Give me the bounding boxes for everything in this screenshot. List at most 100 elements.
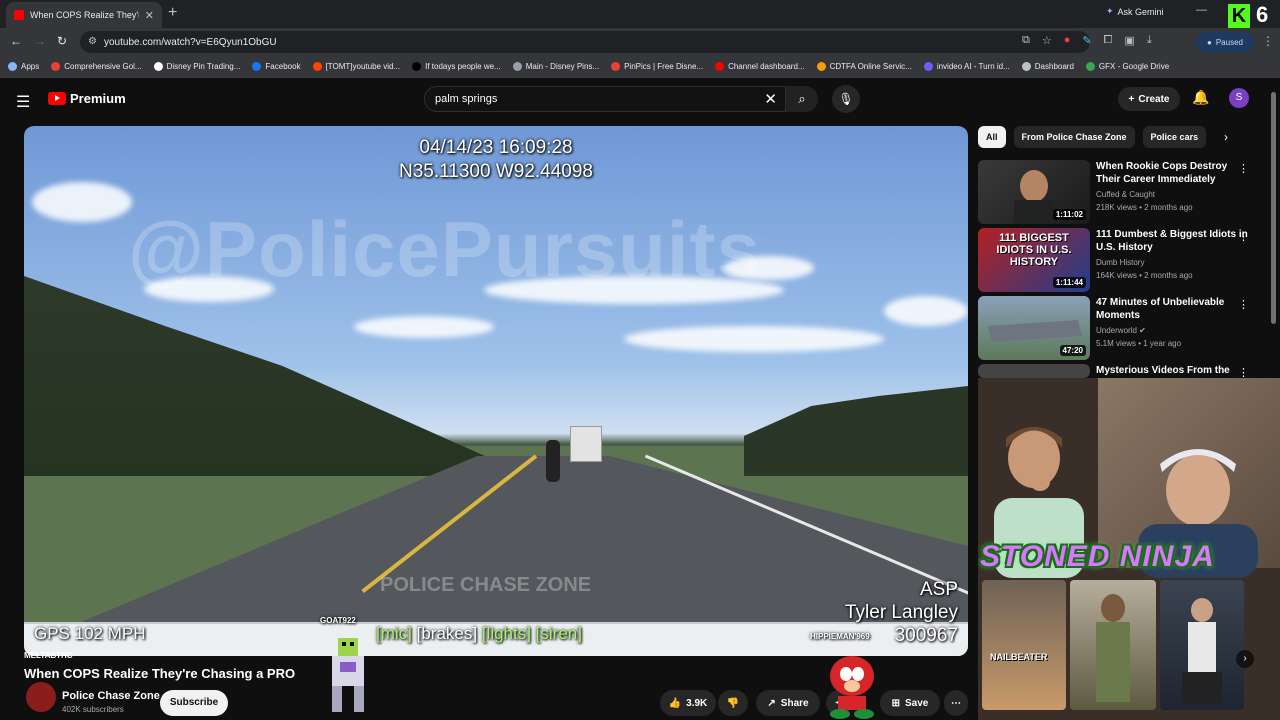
bookmark-item[interactable]: PinPics | Free Disne... [611,62,703,71]
channel-name: Cuffed & Caught [1096,190,1156,199]
channel-name: Dumb History [1096,258,1145,267]
thumbs-down-icon: 👎 [726,697,740,709]
list-item[interactable]: 47:20 47 Minutes of Unbelievable Moments… [978,296,1258,360]
bookmark-item[interactable]: Disney Pin Trading... [153,62,241,71]
stoned-ninja-banner: STONED NINJA [980,540,1215,573]
bookmark-label: invideo AI - Turn id... [936,62,1010,71]
kick-badge-count: 6 [1256,2,1269,27]
clip-panel-1 [982,580,1066,710]
bookmark-item[interactable]: GFX - Google Drive [1085,62,1169,71]
search-input[interactable]: palm springs ✕ [424,86,786,112]
youtube-logo[interactable]: Premium [48,91,126,106]
agency-name: ASP [919,579,958,600]
account-avatar[interactable]: S [1229,88,1249,108]
viewer-tag-melt: MELTABTHC [24,651,73,660]
bookmark-star-icon[interactable]: ☆ [1042,34,1052,47]
more-options-icon[interactable]: ⋮ [1238,230,1249,243]
share-button[interactable]: ↗ Share [756,690,820,716]
save-button[interactable]: ⊞ Save [880,690,940,716]
bookmark-item[interactable]: Main - Disney Pins... [512,62,600,71]
video-title[interactable]: Mysterious Videos From the [1096,364,1248,377]
verified-check-icon: ✔ [1139,326,1146,335]
gps-speed: GPS 102 MPH [34,624,146,643]
video-title[interactable]: When Rookie Cops Destroy Their Career Im… [1096,160,1248,186]
voice-search-button[interactable]: 🎙 [832,85,860,113]
bookmark-label: Disney Pin Trading... [166,62,241,71]
siren-indicator: [siren] [535,624,582,643]
bookmark-item[interactable]: CDTFA Online Servic... [816,62,912,71]
bookmark-label: Main - Disney Pins... [525,62,600,71]
download-icon[interactable]: ⤓ [1147,34,1152,47]
back-icon[interactable]: ← [10,34,22,48]
profile-paused-button[interactable]: ● Paused [1196,32,1254,52]
video-thumbnail[interactable]: 47:20 [978,296,1090,360]
bookmark-label: Apps [21,62,40,71]
search-icon: ⌕ [798,91,806,106]
more-actions-icon[interactable]: ⋯ [944,690,968,716]
bookmark-favicon-icon [51,62,61,71]
toolbar-icons: ⧉ ☆ ● ✎ ⧠ ▣ ⤓ [1022,34,1152,47]
ask-gemini-button[interactable]: ✦ Ask Gemini [1106,6,1164,17]
more-options-icon[interactable]: ⋮ [1238,162,1249,175]
extension-blue-icon[interactable]: ✎ [1082,34,1091,47]
chip-from-channel[interactable]: From Police Chase Zone [1013,126,1135,148]
list-item[interactable]: Mysterious Videos From the ⋮ [978,364,1258,379]
knuckles-sprite-icon [830,656,874,719]
video-thumbnail[interactable]: 111 BIGGEST IDIOTS IN U.S. HISTORY 1:11:… [978,228,1090,292]
close-tab-icon[interactable]: ✕ [145,9,154,22]
more-options-icon[interactable]: ⋮ [1238,298,1249,311]
youtube-favicon-icon [14,10,24,20]
reload-icon[interactable]: ↻ [57,34,67,48]
menu-hamburger-icon[interactable]: ☰ [16,92,30,112]
dashcam-coords: N35.11300 W92.44098 [398,161,594,182]
search-button[interactable]: ⌕ [786,86,818,112]
bookmark-item[interactable]: Channel dashboard... [715,62,805,71]
clear-search-icon[interactable]: ✕ [764,90,777,108]
dislike-button[interactable]: 👎 [718,690,748,716]
site-info-icon[interactable]: ⚙ [88,36,97,47]
chase-zone-watermark: POLICE CHASE ZONE [380,574,592,596]
bookmark-item[interactable]: If todays people we... [412,62,501,71]
dashcam-indicators: [mic] [brakes] [lights] [siren] [376,624,582,644]
overlay-next-chevron-icon[interactable]: › [1236,650,1254,668]
video-thumbnail[interactable]: 1:11:02 [978,160,1090,224]
create-button[interactable]: + Create [1118,87,1180,111]
chip-all[interactable]: All [978,126,1006,148]
extension-red-icon[interactable]: ● [1064,34,1071,47]
cast-icon[interactable]: ⧉ [1022,34,1030,47]
notifications-bell-icon[interactable]: 🔔 [1192,89,1209,106]
browser-tab[interactable]: When COPS Realize They're Ch ✕ [6,2,162,28]
bookmark-favicon-icon [252,62,262,71]
list-item[interactable]: 111 BIGGEST IDIOTS IN U.S. HISTORY 1:11:… [978,228,1258,292]
list-item[interactable]: 1:11:02 When Rookie Cops Destroy Their C… [978,160,1258,224]
video-title[interactable]: 111 Dumbest & Biggest Idiots in U.S. His… [1096,228,1248,254]
video-thumbnail[interactable] [978,364,1090,378]
chip-police-cars[interactable]: Police cars [1142,126,1207,148]
nailbeater-label: NAILBEATER [990,652,1048,662]
extensions-puzzle-icon[interactable]: ⧠ [1104,34,1113,47]
page-scrollbar[interactable] [1271,92,1276,324]
video-player[interactable]: @PolicePursuits 04/14/23 16:09:28 N35.11… [24,126,968,656]
channel-avatar[interactable] [26,682,56,712]
channel-name[interactable]: Police Chase Zone [62,690,160,702]
new-tab-button[interactable]: + [168,4,177,22]
bookmark-item[interactable]: Dashboard [1021,62,1074,71]
minimize-window-icon[interactable]: — [1196,4,1207,16]
bookmark-favicon-icon [412,62,422,71]
browser-menu-icon[interactable]: ⋮ [1262,34,1274,48]
bookmark-favicon-icon [715,62,725,71]
bookmark-item[interactable]: Apps [8,62,39,71]
like-button[interactable]: 👍 3.9K [660,690,716,716]
chips-next-chevron-icon[interactable]: › [1224,130,1228,144]
video-title[interactable]: 47 Minutes of Unbelievable Moments [1096,296,1248,322]
bookmark-item[interactable]: Facebook [252,62,301,71]
subscribe-button[interactable]: Subscribe [160,690,228,716]
youtube-header: ☰ Premium palm springs ✕ ⌕ 🎙 + Create 🔔 … [0,78,1280,122]
forward-icon[interactable]: → [34,34,46,48]
bookmark-item[interactable]: invideo AI - Turn id... [923,62,1010,71]
bookmark-label: PinPics | Free Disne... [624,62,704,71]
bookmark-item[interactable]: Comprehensive Gol... [51,62,142,71]
bookmark-item[interactable]: [TOMT]youtube vid... [312,62,400,71]
tab-search-icon[interactable]: ▣ [1124,34,1134,47]
address-bar[interactable]: ⚙ youtube.com/watch?v=E6Qyun1ObGU [80,31,1090,53]
